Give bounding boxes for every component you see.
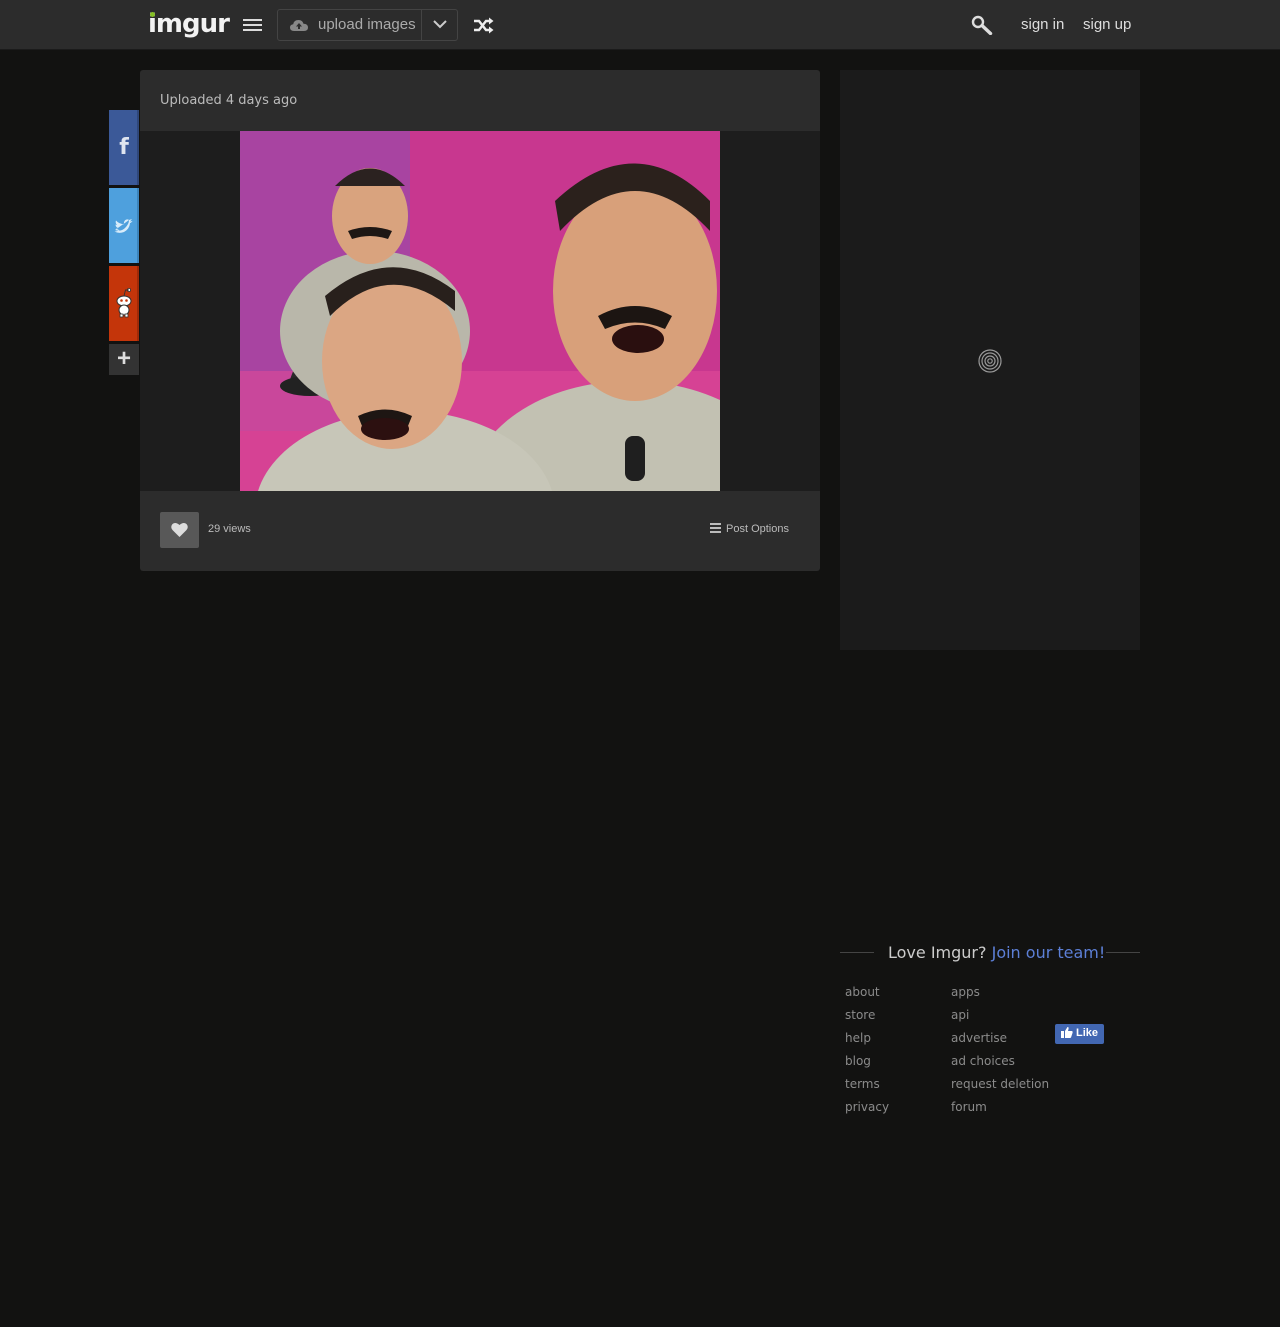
upload-options-dropdown[interactable] — [423, 10, 458, 40]
footer-link-terms[interactable]: terms — [845, 1077, 889, 1100]
post-header: Uploaded 4 days ago — [140, 70, 820, 131]
join-team-text: Love Imgur? Join our team! — [888, 943, 1105, 962]
post-options-label: Post Options — [726, 523, 789, 535]
facebook-like-button[interactable]: Like — [1055, 1024, 1104, 1044]
footer-link-help[interactable]: help — [845, 1031, 889, 1054]
footer-link-blog[interactable]: blog — [845, 1054, 889, 1077]
chevron-down-icon — [433, 20, 447, 29]
meme-photo — [240, 131, 720, 491]
logo-accent-dot — [150, 12, 155, 17]
footer-link-privacy[interactable]: privacy — [845, 1100, 889, 1123]
divider-right — [1106, 952, 1140, 953]
upload-button-group: upload images — [277, 9, 458, 41]
join-team-banner: Love Imgur? Join our team! — [840, 943, 1140, 965]
upload-info: Uploaded 4 days ago — [160, 93, 297, 108]
post-image-area — [140, 131, 820, 491]
post-options-button[interactable]: Post Options — [710, 523, 789, 535]
post-footer: 29 views Post Options — [140, 491, 820, 571]
reddit-alien-icon — [116, 288, 132, 318]
share-more-button[interactable]: + — [109, 344, 139, 375]
upload-images-label: upload images — [318, 16, 416, 33]
cloud-upload-icon — [290, 20, 308, 31]
facebook-icon: f — [119, 135, 129, 160]
footer-link-ad-choices[interactable]: ad choices — [951, 1054, 1049, 1077]
footer-link-apps[interactable]: apps — [951, 985, 1049, 1008]
plus-icon: + — [116, 345, 131, 372]
uploaded-label: Uploaded — [160, 93, 222, 108]
footer-link-advertise[interactable]: advertise — [951, 1031, 1049, 1054]
share-twitter-button[interactable] — [109, 188, 139, 263]
sign-in-link[interactable]: sign in — [1021, 16, 1064, 33]
search-icon[interactable] — [971, 15, 993, 35]
join-team-link[interactable]: Join our team! — [992, 943, 1106, 962]
footer-link-store[interactable]: store — [845, 1008, 889, 1031]
share-facebook-button[interactable]: f — [109, 110, 139, 185]
favorite-button[interactable] — [160, 512, 199, 548]
top-bar: imgur upload images sign in sign up — [0, 0, 1280, 50]
footer-link-forum[interactable]: forum — [951, 1100, 1049, 1123]
menu-icon[interactable] — [243, 19, 262, 32]
ad-placeholder — [840, 70, 1140, 650]
upload-images-button[interactable]: upload images — [278, 10, 422, 40]
footer-links-col1: about store help blog terms privacy — [845, 985, 889, 1123]
post-image[interactable] — [240, 131, 720, 491]
heart-icon — [171, 522, 188, 537]
uploaded-time: 4 days ago — [225, 93, 298, 108]
shuffle-icon[interactable] — [473, 17, 494, 34]
divider-left — [840, 952, 874, 953]
post-options-icon — [710, 523, 721, 535]
thumbs-up-icon — [1061, 1027, 1073, 1038]
sign-up-link[interactable]: sign up — [1083, 16, 1131, 33]
loading-spinner-icon — [978, 349, 1002, 373]
footer-links-col2: apps api advertise ad choices request de… — [951, 985, 1049, 1123]
footer-link-about[interactable]: about — [845, 985, 889, 1008]
twitter-icon — [114, 219, 133, 233]
footer-link-request-deletion[interactable]: request deletion — [951, 1077, 1049, 1100]
facebook-like-label: Like — [1076, 1027, 1099, 1039]
share-reddit-button[interactable] — [109, 266, 139, 341]
love-imgur-label: Love Imgur? — [888, 943, 987, 962]
view-count: 29 views — [208, 523, 251, 535]
imgur-logo[interactable]: imgur — [148, 9, 230, 39]
footer-link-api[interactable]: api — [951, 1008, 1049, 1031]
